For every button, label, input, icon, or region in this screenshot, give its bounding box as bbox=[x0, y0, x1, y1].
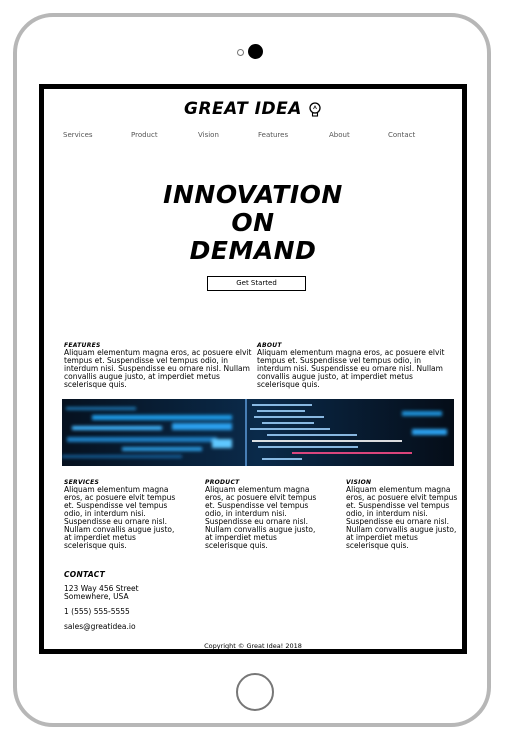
hero-line: ON bbox=[231, 208, 275, 237]
get-started-button[interactable]: Get Started bbox=[207, 276, 306, 291]
footer-copyright: Copyright © Great Idea! 2018 bbox=[204, 642, 302, 650]
nav-product[interactable]: Product bbox=[131, 131, 158, 139]
vision-section: VISION Aliquam elementum magna eros, ac … bbox=[346, 479, 458, 550]
about-section: ABOUT Aliquam elementum magna eros, ac p… bbox=[257, 342, 453, 389]
logo[interactable]: GREAT IDEA bbox=[44, 99, 462, 119]
contact-email[interactable]: sales@greatidea.io bbox=[64, 623, 264, 631]
front-sensor bbox=[237, 49, 244, 56]
home-button[interactable] bbox=[236, 673, 274, 711]
code-banner-image bbox=[62, 399, 454, 466]
nav-services[interactable]: Services bbox=[63, 131, 93, 139]
logo-text: GREAT IDEA bbox=[183, 99, 302, 119]
features-section: FEATURES Aliquam elementum magna eros, a… bbox=[64, 342, 254, 389]
nav-vision[interactable]: Vision bbox=[198, 131, 219, 139]
services-body: Aliquam elementum magna eros, ac posuere… bbox=[64, 485, 176, 550]
contact-section: CONTACT 123 Way 456 Street Somewhere, US… bbox=[64, 571, 264, 631]
contact-title: CONTACT bbox=[64, 570, 105, 579]
nav-features[interactable]: Features bbox=[258, 131, 288, 139]
services-section: SERVICES Aliquam elementum magna eros, a… bbox=[64, 479, 176, 550]
product-section: PRODUCT Aliquam elementum magna eros, ac… bbox=[205, 479, 317, 550]
product-body: Aliquam elementum magna eros, ac posuere… bbox=[205, 485, 317, 550]
front-camera bbox=[248, 44, 263, 59]
main-nav: Services Product Vision Features About C… bbox=[44, 131, 462, 143]
about-body: Aliquam elementum magna eros, ac posuere… bbox=[257, 348, 445, 389]
features-body: Aliquam elementum magna eros, ac posuere… bbox=[64, 348, 252, 389]
vision-body: Aliquam elementum magna eros, ac posuere… bbox=[346, 485, 458, 550]
lightbulb-icon bbox=[309, 101, 321, 117]
nav-about[interactable]: About bbox=[329, 131, 350, 139]
hero-line: INNOVATION bbox=[163, 180, 343, 209]
contact-phone[interactable]: 1 (555) 555-5555 bbox=[64, 608, 264, 616]
contact-address-line2: Somewhere, USA bbox=[64, 592, 129, 601]
hero-title: INNOVATION ON DEMAND bbox=[44, 181, 462, 265]
nav-contact[interactable]: Contact bbox=[388, 131, 415, 139]
hero-line: DEMAND bbox=[189, 236, 317, 265]
screen: GREAT IDEA Services Product Vision Featu… bbox=[39, 84, 467, 654]
